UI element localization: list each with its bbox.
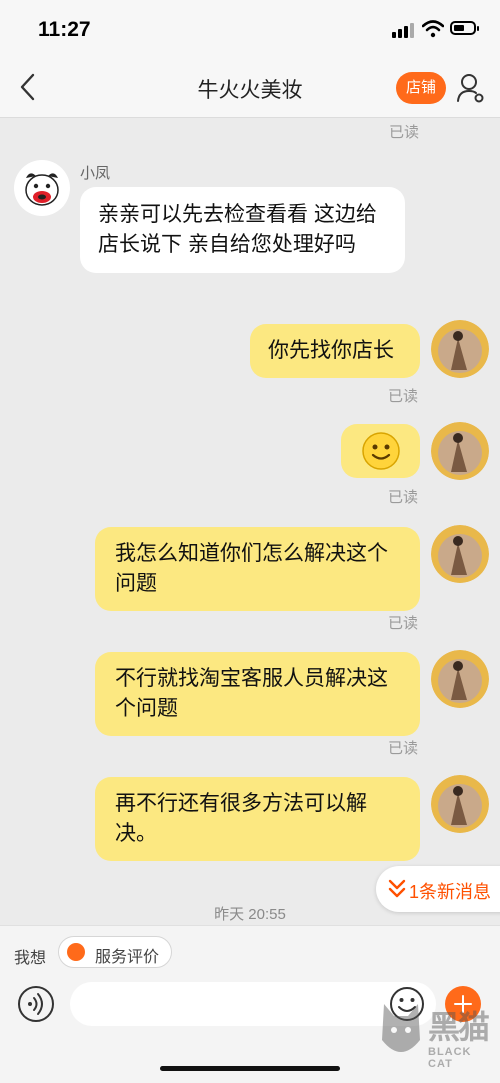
avatar-image (431, 775, 489, 833)
service-rating-button[interactable]: 服务评价 (58, 936, 172, 968)
avatar-image (431, 525, 489, 583)
read-receipt: 已读 (387, 615, 418, 632)
battery-icon (450, 21, 479, 35)
status-time: 11:27 (38, 18, 91, 41)
black-cat-watermark: 黑猫 BLACK CAT (378, 1000, 496, 1078)
message-timestamp: 昨天 20:55 (214, 906, 286, 923)
message-bubble-outgoing[interactable]: 再不行还有很多方法可以解决。 (95, 777, 420, 861)
status-bar: 11:27 (0, 0, 500, 60)
read-receipt: 已读 (387, 740, 418, 757)
message-bubble-outgoing[interactable]: 你先找你店长 (250, 324, 420, 378)
user-avatar[interactable] (431, 650, 489, 708)
seller-avatar[interactable] (14, 160, 70, 216)
signal-icon (392, 22, 414, 38)
back-icon[interactable] (14, 72, 44, 102)
message-bubble-outgoing[interactable]: 我怎么知道你们怎么解决这个问题 (95, 527, 420, 611)
wifi-icon (422, 20, 444, 38)
message-bubble-outgoing[interactable]: 不行就找淘宝客服人员解决这个问题 (95, 652, 420, 736)
user-avatar[interactable] (431, 320, 489, 378)
new-messages-label: 1条新消息 (409, 882, 492, 902)
black-cat-logo-icon (382, 1004, 420, 1052)
profile-settings-icon[interactable] (456, 72, 486, 104)
voice-input-button[interactable] (18, 986, 54, 1022)
user-avatar[interactable] (431, 775, 489, 833)
watermark-en: BLACK CAT (428, 1046, 472, 1070)
avatar-image (431, 320, 489, 378)
message-bubble-outgoing[interactable] (341, 424, 420, 478)
watermark-cn: 黑猫 (428, 1009, 490, 1045)
read-receipt: 已读 (387, 489, 418, 506)
store-button[interactable]: 店铺 (396, 72, 446, 104)
smile-emoji-icon (361, 432, 400, 470)
read-receipt: 已读 (387, 388, 418, 405)
avatar-image (431, 650, 489, 708)
voice-icon (28, 993, 43, 1015)
user-avatar[interactable] (431, 422, 489, 480)
sender-name: 小凤 (80, 165, 111, 182)
user-avatar[interactable] (431, 525, 489, 583)
double-chevron-down-icon (388, 879, 406, 898)
avatar-image (431, 422, 489, 480)
message-bubble-incoming[interactable]: 亲亲可以先去检查看看 这边给店长说下 亲自给您处理好吗 (80, 187, 405, 273)
nav-bar: 牛火火美妆 店铺 (0, 60, 500, 118)
service-rating-label: 服务评价 (95, 949, 160, 966)
read-receipt: 已读 (388, 124, 419, 141)
want-label: 我想 (14, 950, 47, 967)
cow-mascot-icon (25, 173, 59, 206)
rating-icon (67, 943, 85, 961)
home-indicator (160, 1066, 340, 1071)
